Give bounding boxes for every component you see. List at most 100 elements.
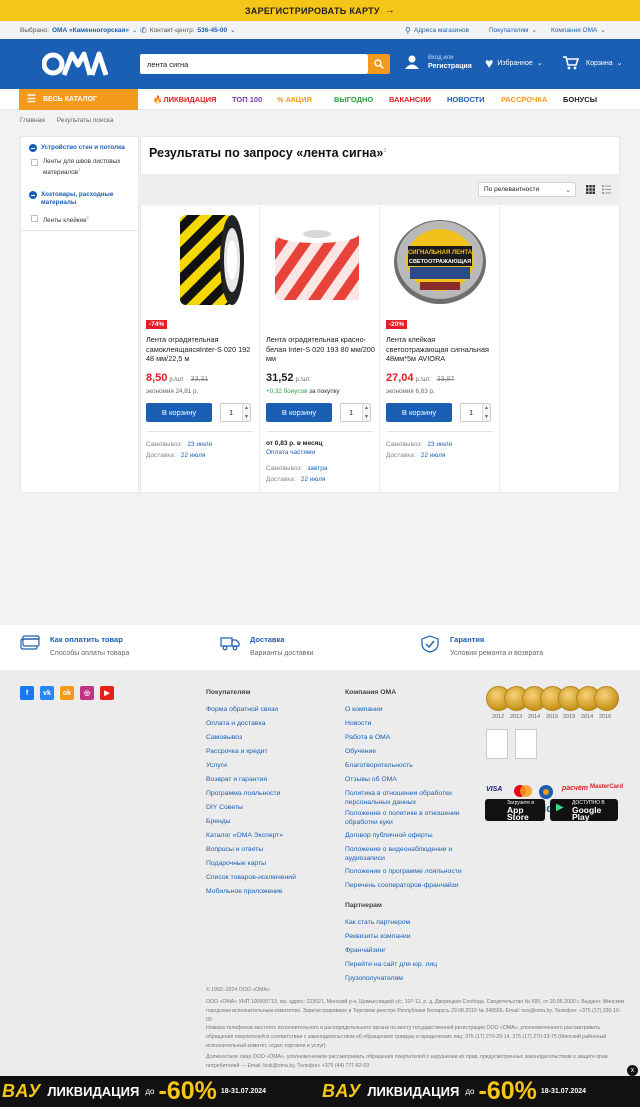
service-payment[interactable]: Как оплатить товар Способы оплаты товара xyxy=(20,635,129,657)
sidebar-category-walls[interactable]: Устройство стен и потолка xyxy=(29,144,134,152)
add-to-cart-button[interactable]: В корзину xyxy=(386,403,452,422)
stepper-arrows-icon[interactable]: ▲ ▼ xyxy=(482,404,490,421)
footer-link[interactable]: Положение о политике в отношении обработ… xyxy=(345,809,460,827)
footer-link[interactable]: Форма обратной связи xyxy=(206,703,296,717)
footer-link[interactable]: Благотворительность xyxy=(345,759,460,773)
grid-view-icon[interactable] xyxy=(586,185,595,196)
nav-installments[interactable]: РАССРОЧКА xyxy=(501,89,547,110)
product-name[interactable]: Лента клейкая светоотражающая сигнальная… xyxy=(386,335,496,364)
product-name[interactable]: Лента оградительная красно-белая Inter-S… xyxy=(266,335,376,364)
installment-link[interactable]: Оплата частями xyxy=(266,449,315,456)
facebook-icon[interactable]: f xyxy=(20,686,34,700)
footer-link[interactable]: Рассрочка и кредит xyxy=(206,745,296,759)
product-image[interactable] xyxy=(272,212,368,308)
footer-link[interactable]: Новости xyxy=(345,717,460,731)
add-to-cart-button[interactable]: В корзину xyxy=(266,403,332,422)
buyers-menu[interactable]: Покупателям xyxy=(489,27,529,34)
footer-link[interactable]: Отзывы об ОМА xyxy=(345,773,460,787)
footer-link[interactable]: Бренды xyxy=(206,815,296,829)
service-delivery[interactable]: Доставка Варианты доставки xyxy=(220,635,314,657)
chosen-store-link[interactable]: ОМА «Каменногорская» xyxy=(52,27,129,34)
footer-link[interactable]: Оплата и доставка xyxy=(206,717,296,731)
nav-profitable[interactable]: ВЫГОДНО xyxy=(334,89,373,110)
register-card-banner[interactable]: ЗАРЕГИСТРИРОВАТЬ КАРТУ → xyxy=(0,0,640,21)
instagram-icon[interactable]: ◎ xyxy=(80,686,94,700)
stepper-arrows-icon[interactable]: ▲ ▼ xyxy=(242,404,250,421)
quantity-stepper[interactable]: 1 ▲ ▼ xyxy=(220,403,251,422)
login-link[interactable]: Вход или Регистрация xyxy=(404,54,472,70)
nav-news[interactable]: НОВОСТИ xyxy=(447,89,485,110)
footer-link[interactable]: Как стать партнером xyxy=(345,916,460,930)
app-store-button[interactable]: Загрузите в App Store xyxy=(485,799,545,821)
footer-link[interactable]: Политика в отношении обработки персональ… xyxy=(345,789,460,807)
footer-link[interactable]: Самовывоз xyxy=(206,731,296,745)
nav-top100[interactable]: ТОП 100 xyxy=(232,89,262,110)
delivery-date[interactable]: 22 июля xyxy=(421,452,446,459)
checkbox[interactable] xyxy=(31,159,38,166)
sort-select[interactable]: По релевантности ⌄ xyxy=(478,182,576,197)
footer-link[interactable]: О компании xyxy=(345,703,460,717)
product-image[interactable]: СИГНАЛЬНАЯ ЛЕНТА СВЕТООТРАЖАЮЩАЯ xyxy=(392,212,488,308)
product-name[interactable]: Лента оградительная самоклеящаясяInter-S… xyxy=(146,335,256,364)
footer-link[interactable]: Вопросы и ответы xyxy=(206,843,296,857)
user-icon xyxy=(405,55,419,69)
footer-link[interactable]: Программа лояльности xyxy=(206,787,296,801)
delivery-date[interactable]: 22 июля xyxy=(181,452,206,459)
company-menu[interactable]: Компания ОМА xyxy=(551,27,597,34)
product-image[interactable] xyxy=(152,212,248,308)
footer-link[interactable]: Положение о программе лояльности xyxy=(345,865,462,879)
footer-link[interactable]: Мобильное приложение xyxy=(206,885,296,899)
product-card[interactable]: -74% Лента оградительная самоклеящаясяIn… xyxy=(140,206,260,493)
pickup-date[interactable]: 23 июля xyxy=(427,441,452,448)
stepper-arrows-icon[interactable]: ▲ ▼ xyxy=(362,404,370,421)
pickup-date[interactable]: 23 июля xyxy=(187,441,212,448)
nav-bonuses[interactable]: БОНУСЫ xyxy=(563,89,597,110)
catalog-button[interactable]: ☰ ВЕСЬ КАТАЛОГ xyxy=(19,89,138,110)
sidebar-item-seam-tapes[interactable]: Ленты для швов листовых материалов1 xyxy=(31,158,131,177)
youtube-icon[interactable]: ▶ xyxy=(100,686,114,700)
close-icon[interactable]: x xyxy=(627,1065,638,1076)
footer-link[interactable]: Положение о видеонаблюдении и аудиозапис… xyxy=(345,845,460,863)
breadcrumb-home[interactable]: Главная xyxy=(20,117,45,124)
sidebar-item-adhesive-tapes[interactable]: Ленты клейкие1 xyxy=(31,214,131,225)
pickup-date[interactable]: завтра xyxy=(307,465,327,472)
delivery-date[interactable]: 22 июля xyxy=(301,476,326,483)
quantity-stepper[interactable]: 1 ▲ ▼ xyxy=(340,403,371,422)
footer-link[interactable]: Перейти на сайт для юр. лиц xyxy=(345,958,460,972)
footer-link[interactable]: Франчайзинг xyxy=(345,944,460,958)
search-input[interactable]: лента сигна xyxy=(140,54,368,74)
footer-link[interactable]: Каталог «ОМА Эксперт» xyxy=(206,829,296,843)
footer-link[interactable]: Услуги xyxy=(206,759,296,773)
nav-vacancies[interactable]: ВАКАНСИИ xyxy=(389,89,431,110)
sidebar-category-household[interactable]: Хозтовары, расходные материалы xyxy=(29,191,129,207)
product-card[interactable]: СИГНАЛЬНАЯ ЛЕНТА СВЕТООТРАЖАЮЩАЯ -20% Ле… xyxy=(380,206,500,493)
footer-link[interactable]: Перечень сооператоров-франчайзи xyxy=(345,879,460,893)
footer-link[interactable]: Возврат и гарантия xyxy=(206,773,296,787)
footer-link[interactable]: Грузополучателям xyxy=(345,972,460,986)
vk-icon[interactable]: vk xyxy=(40,686,54,700)
favorites-link[interactable]: ♥ Избранное ⌄ xyxy=(485,56,543,70)
footer-link[interactable]: Список товаров-исключений xyxy=(206,871,296,885)
footer-link[interactable]: Подарочные карты xyxy=(206,857,296,871)
stores-link[interactable]: Адреса магазинов xyxy=(414,27,469,34)
add-to-cart-button[interactable]: В корзину xyxy=(146,403,212,422)
cart-link[interactable]: Корзина ⌄ xyxy=(563,56,623,70)
nav-liquidation[interactable]: 🔥 ЛИКВИДАЦИЯ xyxy=(153,89,216,110)
logo[interactable] xyxy=(42,51,108,77)
nav-promo[interactable]: % АКЦИЯ xyxy=(277,89,312,110)
footer-link[interactable]: Договор публичной оферты xyxy=(345,829,460,843)
promo-ad-banner[interactable]: ВАУ ЛИКВИДАЦИЯ до -60% 18-31.07.2024 ВАУ… xyxy=(0,1076,640,1107)
service-warranty[interactable]: Гарантия Условия ремонта и возврата xyxy=(420,635,543,657)
checkbox[interactable] xyxy=(31,215,38,222)
odnoklassniki-icon[interactable]: ok xyxy=(60,686,74,700)
list-view-icon[interactable] xyxy=(602,185,611,196)
product-card[interactable]: Лента оградительная красно-белая Inter-S… xyxy=(260,206,380,493)
footer-link[interactable]: Реквизиты компании xyxy=(345,930,460,944)
footer-link[interactable]: Работа в ОМА xyxy=(345,731,460,745)
google-play-button[interactable]: ▶ ДОСТУПНО В Google Play xyxy=(550,799,618,821)
footer-link[interactable]: Обучение xyxy=(345,745,460,759)
search-button[interactable] xyxy=(368,54,390,74)
footer-link[interactable]: DIY Советы xyxy=(206,801,296,815)
quantity-stepper[interactable]: 1 ▲ ▼ xyxy=(460,403,491,422)
contact-phone[interactable]: 536-45-00 xyxy=(198,27,228,34)
